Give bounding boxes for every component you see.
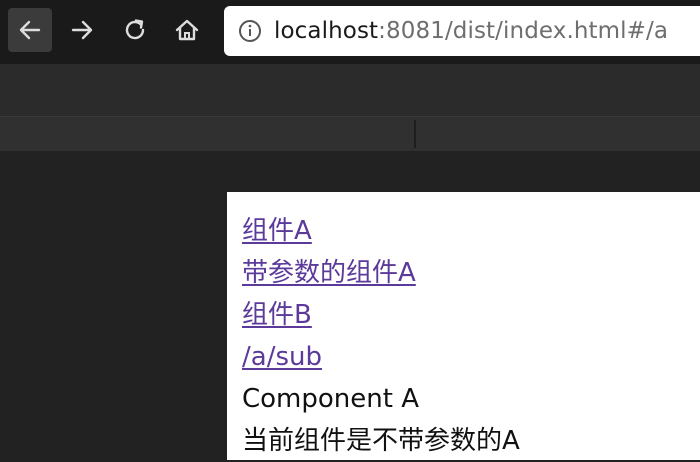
component-description: 当前组件是不带参数的A xyxy=(242,426,520,456)
reload-button[interactable] xyxy=(113,8,157,52)
forward-button[interactable] xyxy=(60,8,104,52)
link-a-sub[interactable]: /a/sub xyxy=(242,336,520,378)
address-bar[interactable]: localhost:8081/dist/index.html#/a xyxy=(224,6,700,56)
reload-icon xyxy=(125,19,145,40)
back-button[interactable] xyxy=(8,8,52,52)
forward-arrow-icon xyxy=(71,20,93,40)
back-arrow-icon xyxy=(19,20,41,40)
page-content: 组件A 带参数的组件A 组件B /a/sub Component A 当前组件是… xyxy=(227,192,700,460)
url-host: localhost xyxy=(274,18,379,44)
devtools-toolbar xyxy=(0,64,700,116)
url-path: :8081/dist/index.html#/a xyxy=(378,18,669,44)
router-view: 组件A 带参数的组件A 组件B /a/sub Component A 当前组件是… xyxy=(242,210,520,462)
component-title: Component A xyxy=(242,384,419,414)
info-icon[interactable] xyxy=(238,19,262,43)
panel-divider[interactable] xyxy=(414,120,416,148)
home-icon xyxy=(175,19,199,41)
home-button[interactable] xyxy=(165,8,209,52)
devtools-subbar xyxy=(0,116,700,151)
link-component-b[interactable]: 组件B xyxy=(242,294,520,336)
link-component-a-with-params[interactable]: 带参数的组件A xyxy=(242,252,520,294)
link-component-a[interactable]: 组件A xyxy=(242,210,520,252)
url-text[interactable]: localhost:8081/dist/index.html#/a xyxy=(274,18,668,44)
browser-toolbar: localhost:8081/dist/index.html#/a xyxy=(0,0,700,64)
